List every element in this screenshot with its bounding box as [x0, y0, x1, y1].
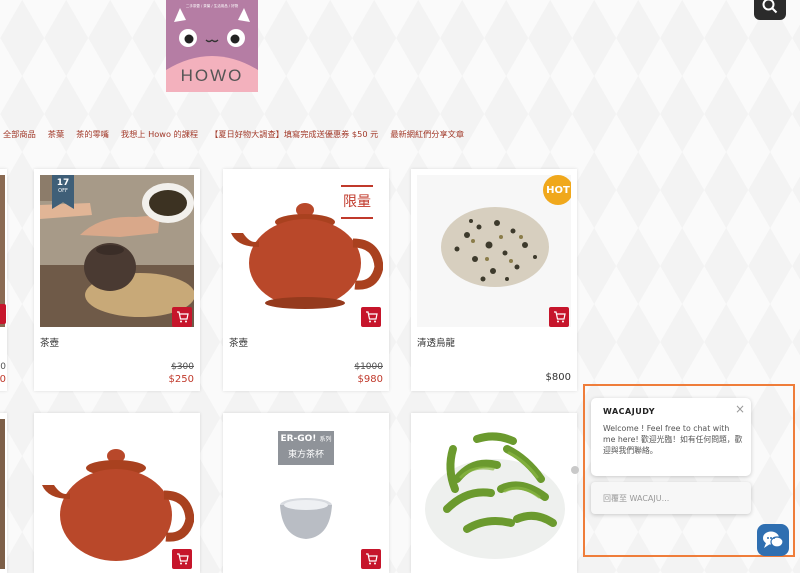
product-image: HOT [417, 175, 571, 327]
nav-item-all-products[interactable]: 全部商品 [3, 128, 36, 142]
limited-badge: 限量 [341, 185, 373, 219]
original-price: 0 [0, 362, 6, 372]
add-to-cart-button[interactable] [361, 549, 381, 569]
cart-icon [176, 311, 189, 323]
add-to-cart-button[interactable] [0, 304, 6, 324]
product-name[interactable]: 清透烏龍 [417, 335, 455, 349]
chat-reply-input[interactable]: 回覆至 WACAJU... [591, 482, 751, 514]
product-image [0, 419, 5, 569]
hot-badge-label: HOT [546, 184, 570, 196]
chat-launcher-button[interactable] [757, 524, 789, 556]
product-card[interactable] [411, 413, 577, 573]
chat-agent-name: WACAJUDY [603, 407, 656, 416]
original-price: $1000 [354, 362, 383, 372]
product-image: ER-GO! 系列 東方茶杯 [229, 419, 383, 571]
product-image: 17 OFF [40, 175, 194, 327]
add-to-cart-button[interactable] [549, 307, 569, 327]
add-to-cart-button[interactable] [361, 307, 381, 327]
logo-tagline: 二手茶壺 / 茶葉 / 生活用品 / 好物 [185, 4, 239, 8]
cart-icon [176, 553, 189, 565]
chat-avatar [571, 466, 579, 474]
chat-welcome-card[interactable]: WACAJUDY × Welcome ! Feel free to chat w… [591, 398, 751, 476]
discount-off: OFF [58, 188, 68, 194]
product-card-partial[interactable] [0, 413, 7, 573]
product-card[interactable] [34, 413, 200, 573]
nav-item-tea-leaves[interactable]: 茶葉 [48, 128, 64, 142]
product-image: 限量 [229, 175, 383, 327]
add-to-cart-button[interactable] [172, 549, 192, 569]
cart-icon [365, 553, 378, 565]
search-button[interactable] [754, 0, 786, 20]
product-image [417, 419, 571, 571]
product-card-partial[interactable]: 0 0 [0, 169, 7, 391]
chat-bubble-icon [763, 531, 784, 548]
cart-icon [553, 311, 566, 323]
product-name[interactable]: 茶壺 [40, 335, 59, 349]
discount-percent: 17 [56, 178, 70, 188]
logo-text: HOWO [180, 66, 244, 85]
product-card[interactable]: HOT 清透烏龍 $800 [411, 169, 577, 391]
close-icon[interactable]: × [735, 402, 745, 416]
product-image [40, 419, 194, 571]
nav-item-influencer-articles[interactable]: 最新網紅們分享文章 [390, 128, 464, 142]
original-price: $300 [171, 362, 194, 372]
search-icon [762, 0, 778, 14]
hot-badge: HOT [543, 175, 571, 205]
product-price: $800 [545, 372, 571, 383]
product-name[interactable]: 茶壺 [229, 335, 248, 349]
product-card[interactable]: ER-GO! 系列 東方茶杯 [223, 413, 389, 573]
product-card[interactable]: 限量 茶壺 $1000 $980 [223, 169, 389, 391]
sale-price: $980 [357, 374, 383, 385]
cart-icon [365, 311, 378, 323]
site-logo[interactable]: 二手茶壺 / 茶葉 / 生活用品 / 好物 HOWO [166, 0, 258, 92]
chat-welcome-message: Welcome ! Feel free to chat with me here… [603, 424, 743, 455]
nav-item-howo-courses[interactable]: 我想上 Howo 的課程 [121, 128, 198, 142]
category-nav: 全部商品 茶葉 茶的零嘴 我想上 Howo 的課程 【夏日好物大調查】填寫完成送… [0, 128, 560, 142]
sale-price: 0 [0, 374, 6, 385]
sale-price: $250 [168, 374, 194, 385]
nav-item-summer-survey[interactable]: 【夏日好物大調查】填寫完成送優惠券 $50 元 [210, 128, 378, 142]
add-to-cart-button[interactable] [172, 307, 192, 327]
nav-item-tea-snacks[interactable]: 茶的零嘴 [76, 128, 109, 142]
product-card[interactable]: 17 OFF 茶壺 $300 $250 [34, 169, 200, 391]
